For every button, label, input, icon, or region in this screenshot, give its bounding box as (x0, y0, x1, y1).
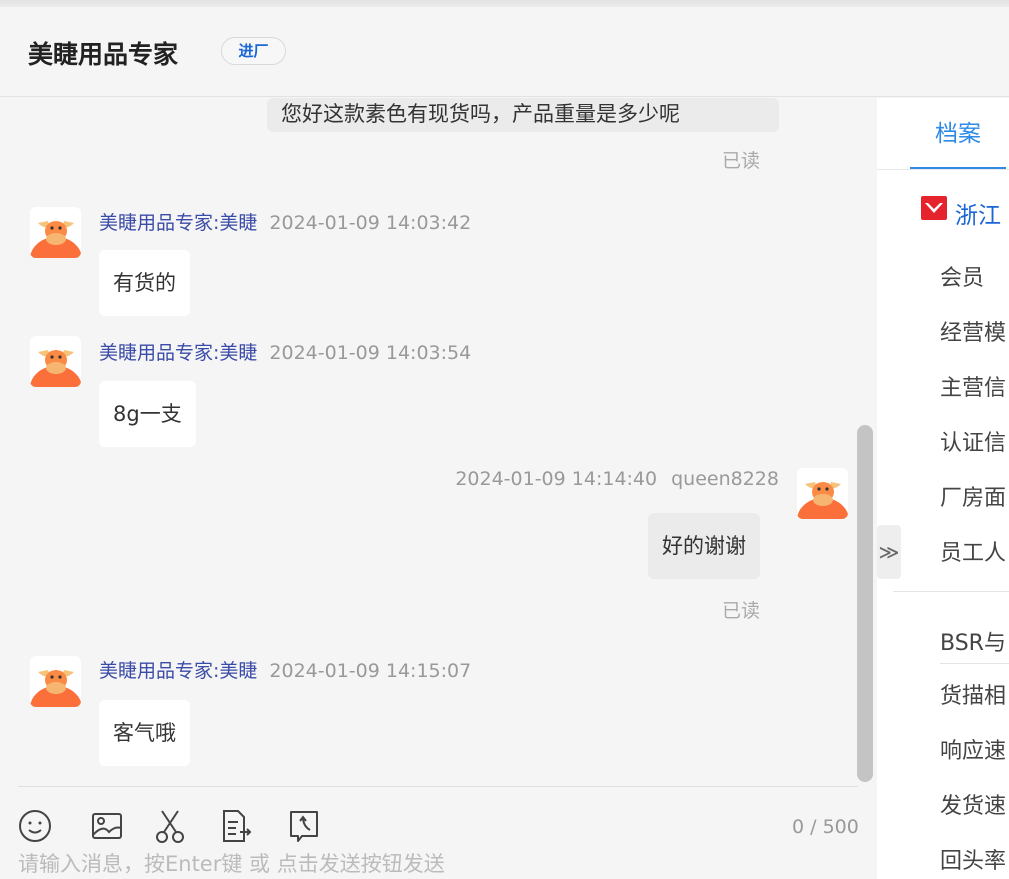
profile-panel: 档案 浙江 会员 经营模 主营信 认证信 厂房面 员工人 BSR与 货描相 响应… (877, 98, 1009, 879)
info-item: 会员 (940, 266, 985, 291)
message-meta: 2024-01-09 14:14:40 queen8228 (455, 468, 779, 490)
info-item: 认证信 (940, 431, 1007, 456)
read-status: 已读 (722, 150, 761, 172)
window-top-strip (0, 0, 1009, 7)
cow-avatar-icon (30, 221, 81, 258)
message-bubble: 客气哦 (99, 700, 190, 766)
read-status: 已读 (722, 600, 761, 622)
message-bubble: 有货的 (99, 250, 190, 316)
brand-cow-icon (921, 196, 947, 220)
divider (940, 663, 1009, 664)
order-file-icon[interactable] (218, 808, 254, 844)
input-area: 0 / 500 请输入消息，按Enter键 或 点击发送按钮发送 (0, 786, 877, 879)
scissors-icon[interactable] (152, 808, 188, 844)
message-input[interactable]: 请输入消息，按Enter键 或 点击发送按钮发送 (18, 848, 445, 878)
avatar[interactable] (30, 336, 81, 387)
chat-scrollbar[interactable] (857, 425, 873, 782)
cow-avatar-icon (30, 350, 81, 387)
factory-badge[interactable]: 进厂 (221, 37, 286, 65)
chat-title: 美睫用品专家 (28, 40, 179, 69)
collapse-panel-button[interactable]: ≫ (877, 525, 901, 579)
message-time: 2024-01-09 14:15:07 (269, 660, 472, 682)
image-icon[interactable] (89, 808, 125, 844)
company-name[interactable]: 浙江 (955, 196, 1001, 230)
info-item: 响应速 (940, 739, 1007, 764)
quick-reply-icon[interactable] (286, 808, 322, 844)
message-time: 2024-01-09 14:03:42 (269, 212, 472, 234)
message-time: 2024-01-09 14:14:40 (455, 468, 658, 490)
info-item: 经营模 (940, 321, 1007, 346)
avatar[interactable] (797, 468, 848, 519)
char-counter: 0 / 500 (792, 816, 859, 838)
avatar[interactable] (30, 656, 81, 707)
message-meta: 美睫用品专家:美睫 2024-01-09 14:03:54 (99, 338, 471, 365)
cow-avatar-icon (797, 482, 848, 519)
sender-name: queen8228 (671, 468, 779, 490)
message-bubble-me: 您好这款素色有现货吗，产品重量是多少呢 (267, 98, 779, 132)
info-item: 发货速 (940, 794, 1007, 819)
info-item: 主营信 (940, 376, 1007, 401)
message-meta: 美睫用品专家:美睫 2024-01-09 14:03:42 (99, 208, 471, 235)
info-item: BSR与 (940, 631, 1006, 656)
divider (877, 169, 1009, 170)
info-item: 回头率 (940, 849, 1007, 874)
message-bubble-me: 好的谢谢 (648, 513, 760, 579)
sender-name[interactable]: 美睫用品专家:美睫 (99, 212, 257, 234)
info-item: 货描相 (940, 684, 1007, 709)
tab-profile[interactable]: 档案 (910, 98, 1006, 170)
message-meta: 美睫用品专家:美睫 2024-01-09 14:15:07 (99, 656, 471, 683)
avatar[interactable] (30, 207, 81, 258)
info-item: 厂房面 (940, 486, 1007, 511)
message-list: 您好这款素色有现货吗，产品重量是多少呢 已读 美睫用品专家:美睫 2024-01-… (0, 98, 877, 786)
sender-name[interactable]: 美睫用品专家:美睫 (99, 342, 257, 364)
sender-name[interactable]: 美睫用品专家:美睫 (99, 660, 257, 682)
divider (18, 786, 858, 787)
cow-avatar-icon (30, 670, 81, 707)
info-item: 员工人 (940, 541, 1007, 566)
divider (893, 591, 1009, 592)
emoji-icon[interactable] (17, 808, 53, 844)
chat-header: 美睫用品专家 进厂 (0, 7, 1009, 97)
message-bubble: 8g一支 (99, 381, 196, 447)
message-time: 2024-01-09 14:03:54 (269, 342, 472, 364)
